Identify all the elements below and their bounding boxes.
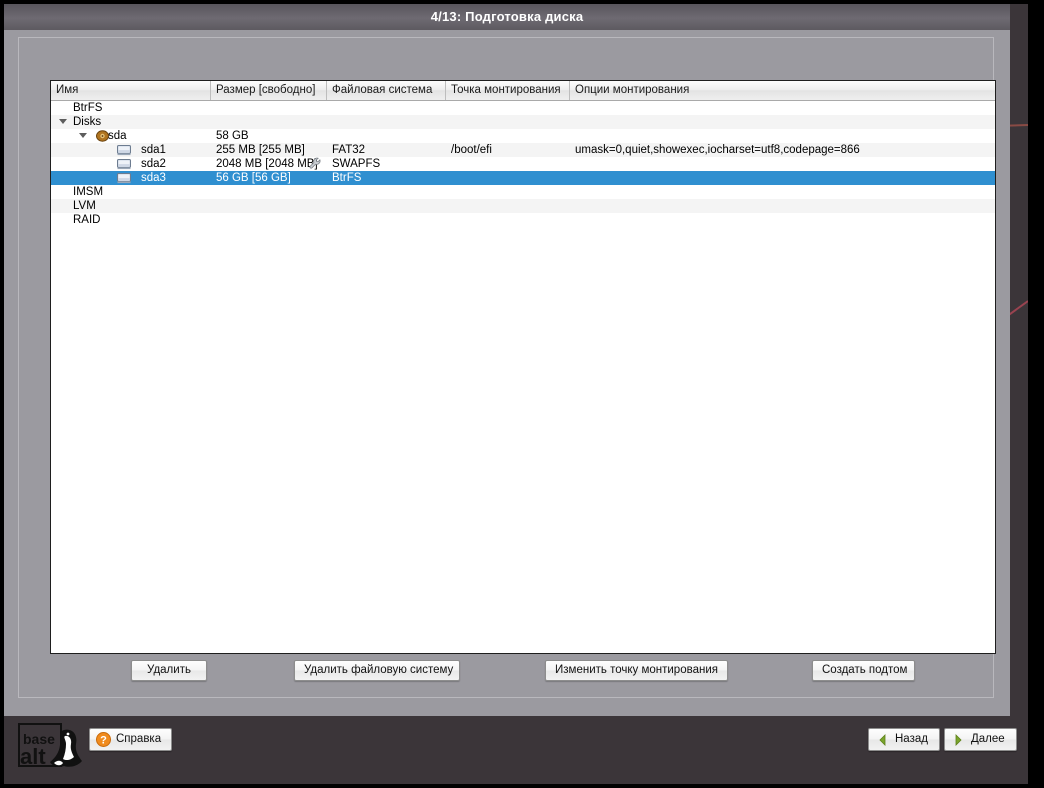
table-row[interactable]: sda2 2048 MB [2048 MB] SWAPFS — [51, 157, 995, 171]
cell-size: 56 GB [56 GB] — [216, 172, 291, 184]
page-title: 4/13: Подготовка диска — [430, 9, 584, 24]
back-button-label: Назад — [895, 733, 928, 745]
partition-icon — [117, 145, 131, 156]
tree-column-headers: Имя Размер [свободно] Файловая система Точк… — [51, 81, 995, 101]
action-button-0[interactable]: Удалить — [131, 660, 207, 681]
svg-text:alt: alt — [20, 744, 46, 769]
partition-icon — [117, 173, 131, 184]
table-row[interactable]: sda1 255 MB [255 MB] FAT32/boot/efi umask=0… — [51, 143, 995, 157]
table-row[interactable]: RAID — [51, 213, 995, 227]
cell-mount-options: umask=0,quiet,showexec,iocharset=utf8,co… — [575, 144, 860, 156]
cell-size: 58 GB — [216, 130, 249, 142]
tree-expander-icon[interactable] — [59, 119, 67, 124]
cell-name: IMSM — [73, 186, 104, 198]
cell-size: 255 MB [255 MB] — [216, 144, 305, 156]
help-question-icon: ? — [96, 732, 111, 747]
chevron-right-icon — [955, 734, 962, 746]
table-row[interactable]: BtrFS — [51, 101, 995, 115]
column-header-3[interactable]: Точка монтирования — [446, 81, 570, 100]
cell-name: sda — [108, 130, 127, 142]
tree-expander-icon[interactable] — [79, 133, 87, 138]
cell-name: sda3 — [141, 172, 166, 184]
wrench-icon — [309, 157, 321, 169]
cell-name: LVM — [73, 200, 96, 212]
cell-filesystem: BtrFS — [332, 172, 362, 184]
basealt-logo: base alt — [18, 723, 82, 769]
cell-name: Disks — [73, 116, 102, 128]
footer-bar: base alt ? Справка Назад Далее — [4, 716, 1028, 784]
column-header-1[interactable]: Размер [свободно] — [211, 81, 327, 100]
cell-filesystem: FAT32 — [332, 144, 366, 156]
tree-rows[interactable]: BtrFS Disks sda 58 GB sda1 255 MB [255 MB] FAT… — [51, 101, 995, 227]
help-button[interactable]: ? Справка — [89, 728, 173, 751]
table-row[interactable]: sda 58 GB — [51, 129, 995, 143]
cell-filesystem: SWAPFS — [332, 158, 381, 170]
action-button-1[interactable]: Удалить файловую систему — [294, 660, 460, 681]
next-button-label: Далее — [971, 733, 1005, 745]
partition-icon — [117, 159, 131, 170]
cell-size: 2048 MB [2048 MB] — [216, 158, 318, 170]
table-row[interactable]: LVM — [51, 199, 995, 213]
partition-tree[interactable]: Имя Размер [свободно] Файловая система Точк… — [50, 80, 996, 654]
column-header-0[interactable]: Имя — [51, 81, 211, 100]
column-header-2[interactable]: Файловая система — [327, 81, 446, 100]
cell-mountpoint: /boot/efi — [451, 144, 492, 156]
title-bar: 4/13: Подготовка диска — [4, 4, 1010, 30]
table-row[interactable]: Disks — [51, 115, 995, 129]
back-button[interactable]: Назад — [868, 728, 940, 751]
column-header-4[interactable]: Опции монтирования — [570, 81, 995, 100]
action-button-2[interactable]: Изменить точку монтирования — [545, 660, 728, 681]
installer-screen: 4/13: Подготовка диска Имя Размер [свобод… — [0, 0, 1044, 788]
help-button-label: Справка — [116, 733, 162, 745]
table-row[interactable]: IMSM — [51, 185, 995, 199]
table-row[interactable]: sda3 56 GB [56 GB] BtrFS — [51, 171, 995, 185]
cell-name: sda1 — [141, 144, 166, 156]
main-panel: 4/13: Подготовка диска Имя Размер [свобод… — [4, 4, 1010, 716]
next-button[interactable]: Далее — [944, 728, 1017, 751]
cell-name: BtrFS — [73, 102, 103, 114]
svg-text:?: ? — [100, 735, 107, 747]
chevron-left-icon — [879, 734, 886, 746]
cell-name: RAID — [73, 214, 101, 226]
action-button-3[interactable]: Создать подтом — [812, 660, 915, 681]
cell-name: sda2 — [141, 158, 166, 170]
